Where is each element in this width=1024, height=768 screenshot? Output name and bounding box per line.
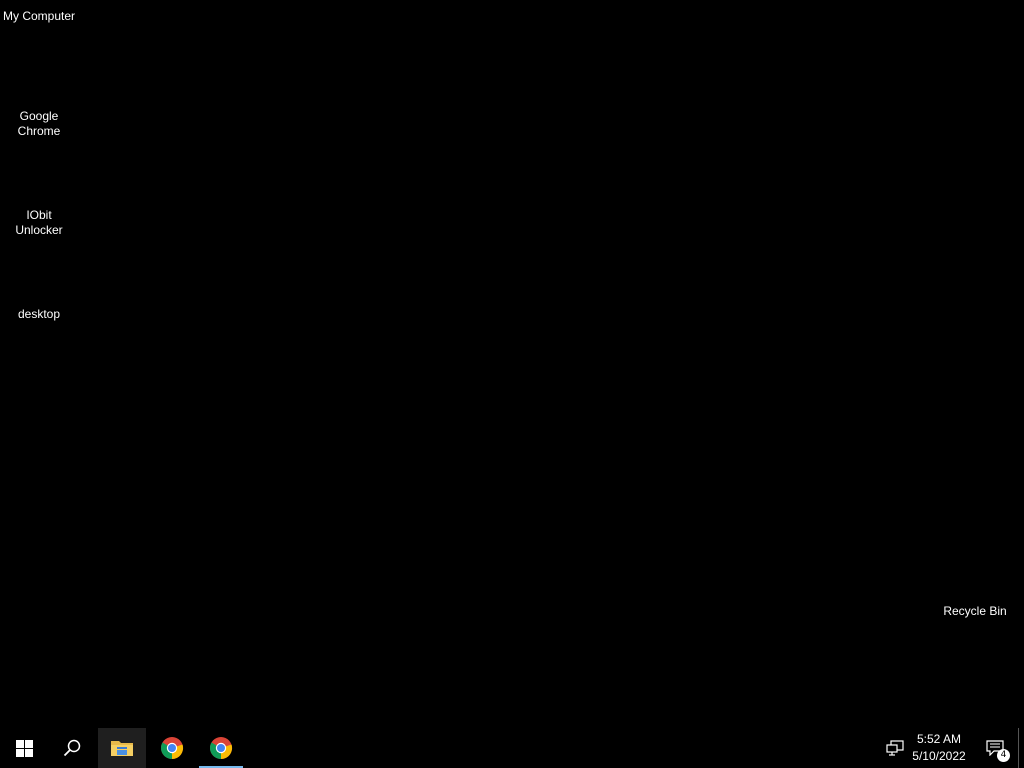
- windows-logo-icon: [15, 739, 33, 757]
- file-explorer-icon: [111, 741, 133, 756]
- clock[interactable]: 5:52 AM 5/10/2022: [904, 728, 974, 768]
- desktop-icon-desktop-folder[interactable]: desktop: [0, 307, 78, 322]
- file-explorer-button[interactable]: [98, 728, 146, 768]
- clock-time: 5:52 AM: [916, 732, 962, 746]
- chrome-running-button[interactable]: [197, 728, 245, 768]
- desktop-icon-my-computer[interactable]: My Computer: [0, 9, 78, 24]
- chrome-button[interactable]: [148, 728, 196, 768]
- notification-count-badge: 4: [997, 749, 1010, 762]
- desktop-icon-label: Recycle Bin: [943, 604, 1007, 618]
- desktop-icon-iobit-unlocker[interactable]: IObit Unlocker: [0, 208, 78, 238]
- action-center-button[interactable]: 4: [976, 728, 1014, 768]
- search-icon: [63, 739, 81, 757]
- desktop-icon-label: Google Chrome: [17, 109, 61, 138]
- taskbar: 5:52 AM 5/10/2022 4: [0, 728, 1024, 768]
- desktop-area[interactable]: My Computer Google Chrome IObit Unlocker…: [0, 0, 1024, 728]
- desktop-icon-recycle-bin[interactable]: Recycle Bin: [936, 604, 1014, 619]
- desktop-icon-label: IObit Unlocker: [15, 208, 63, 237]
- desktop-icon-google-chrome[interactable]: Google Chrome: [0, 109, 78, 139]
- network-icon: [886, 740, 904, 756]
- clock-date: 5/10/2022: [912, 749, 966, 763]
- desktop-icon-label: desktop: [17, 307, 61, 321]
- chrome-icon: [210, 737, 233, 760]
- search-button[interactable]: [48, 728, 96, 768]
- start-button[interactable]: [0, 728, 48, 768]
- chrome-icon: [161, 737, 184, 760]
- desktop-icon-label: My Computer: [2, 9, 76, 23]
- show-desktop-button[interactable]: [1018, 728, 1024, 768]
